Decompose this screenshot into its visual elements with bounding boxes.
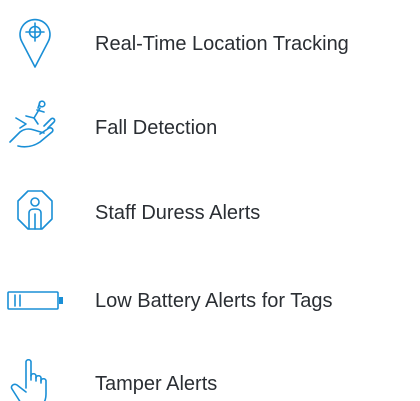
feature-item-staff-duress-alerts: Staff Duress Alerts — [0, 183, 420, 243]
feature-label: Fall Detection — [95, 117, 218, 139]
feature-label: Real-Time Location Tracking — [95, 33, 349, 55]
feature-list: Real-Time Location Tracking Fall Detecti… — [0, 0, 420, 401]
feature-label: Tamper Alerts — [95, 373, 218, 395]
touch-hand-icon — [4, 354, 64, 401]
feature-label: Staff Duress Alerts — [95, 202, 261, 224]
staff-badge-icon — [4, 183, 64, 243]
location-pin-icon — [4, 14, 64, 74]
falling-person-hand-icon — [4, 98, 64, 158]
feature-item-real-time-location-tracking: Real-Time Location Tracking — [0, 14, 420, 74]
feature-label: Low Battery Alerts for Tags — [95, 290, 333, 312]
low-battery-icon — [4, 271, 64, 331]
feature-item-tamper-alerts: Tamper Alerts — [0, 354, 420, 401]
feature-item-low-battery-alerts: Low Battery Alerts for Tags — [0, 271, 420, 331]
feature-item-fall-detection: Fall Detection — [0, 98, 420, 158]
